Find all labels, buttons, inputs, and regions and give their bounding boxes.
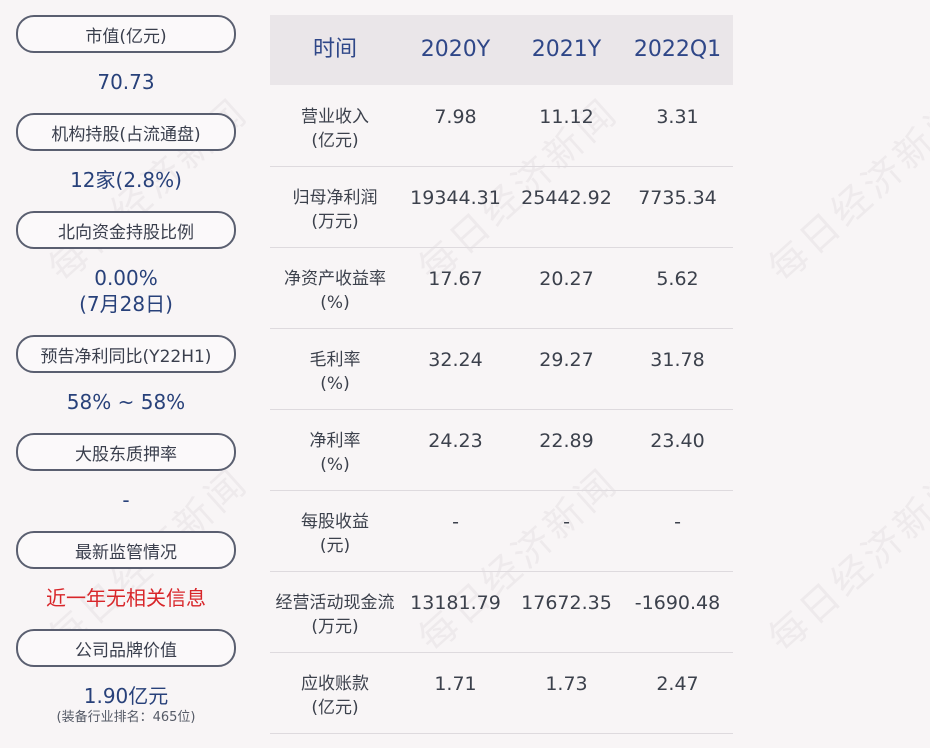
cell-2020y: 13181.79: [410, 592, 501, 614]
cell-2020y: 1.71: [434, 673, 477, 695]
header-time: 时间: [312, 37, 357, 62]
institutional-holding-value: 12家(2.8%): [70, 168, 182, 192]
row-label: 毛利率 (%): [309, 350, 361, 394]
northbound-ratio-label: 北向资金持股比例: [16, 211, 236, 249]
header-2020y: 2020Y: [420, 37, 491, 62]
cell-2020y: 7.98: [434, 106, 477, 128]
profit-forecast-label: 预告净利同比(Y22H1): [16, 335, 236, 373]
watermark: 每日经济新闻: [759, 89, 930, 291]
row-label: 应收账款 (亿元): [301, 674, 369, 718]
cell-2021y: -: [563, 511, 570, 533]
cell-2022q1: 7735.34: [638, 187, 717, 209]
table-header: 时间 2020Y 2021Y 2022Q1: [270, 15, 733, 85]
brand-value-label: 公司品牌价值: [16, 629, 236, 667]
header-2022q1: 2022Q1: [633, 37, 722, 62]
row-label: 归母净利润 (万元): [292, 188, 378, 232]
cell-2020y: 32.24: [428, 349, 483, 371]
cell-2022q1: 2.47: [656, 673, 699, 695]
table-row: 营业收入 (亿元) 7.98 11.12 3.31: [270, 85, 733, 167]
table-row: 净利率 (%) 24.23 22.89 23.40: [270, 409, 733, 491]
cell-2022q1: -1690.48: [634, 592, 721, 614]
pledge-ratio-label: 大股东质押率: [16, 433, 236, 471]
header-2021y: 2021Y: [531, 37, 602, 62]
table-row: 净资产收益率 (%) 17.67 20.27 5.62: [270, 247, 733, 329]
row-label: 净资产收益率 (%): [284, 269, 386, 313]
row-label: 营业收入 (亿元): [301, 107, 369, 151]
row-label: 每股收益 (元): [301, 512, 369, 556]
table-row: 毛利率 (%) 32.24 29.27 31.78: [270, 328, 733, 410]
market-cap-value: 70.73: [97, 70, 155, 94]
cell-2021y: 17672.35: [521, 592, 612, 614]
row-label: 净利率 (%): [309, 431, 361, 475]
cell-2022q1: 31.78: [650, 349, 705, 371]
cell-2022q1: 3.31: [656, 106, 699, 128]
brand-rank-note: (装备行业排名：465位): [56, 710, 196, 725]
table-row: 应收账款 (亿元) 1.71 1.73 2.47: [270, 652, 733, 734]
cell-2021y: 11.12: [539, 106, 594, 128]
cell-2021y: 25442.92: [521, 187, 612, 209]
table-row: 经营活动现金流 (万元) 13181.79 17672.35 -1690.48: [270, 571, 733, 653]
table-row: 归母净利润 (万元) 19344.31 25442.92 7735.34: [270, 166, 733, 248]
cell-2022q1: 23.40: [650, 430, 705, 452]
stock-summary-panel: 每日经济新闻 每日经济新闻 每日经济新闻 每日经济新闻 每日经济新闻 每日经济新…: [0, 0, 930, 748]
cell-2021y: 29.27: [539, 349, 594, 371]
cell-2021y: 20.27: [539, 268, 594, 290]
cell-2022q1: 5.62: [656, 268, 699, 290]
cell-2020y: -: [452, 511, 459, 533]
market-cap-label: 市值(亿元): [16, 15, 236, 53]
cell-2020y: 17.67: [428, 268, 483, 290]
northbound-ratio-value: 0.00%: [94, 266, 158, 290]
cell-2021y: 1.73: [545, 673, 588, 695]
watermark: 每日经济新闻: [759, 459, 930, 661]
institutional-holding-label: 机构持股(占流通盘): [16, 113, 236, 151]
regulatory-status-value: 近一年无相关信息: [46, 586, 206, 610]
cell-2021y: 22.89: [539, 430, 594, 452]
profit-forecast-value: 58% ~ 58%: [66, 390, 186, 414]
table-row: 每股收益 (元) - - -: [270, 490, 733, 572]
cell-2020y: 24.23: [428, 430, 483, 452]
cell-2022q1: -: [674, 511, 681, 533]
pledge-ratio-value: -: [122, 488, 130, 512]
cell-2020y: 19344.31: [410, 187, 501, 209]
row-label: 经营活动现金流 (万元): [275, 593, 395, 637]
regulatory-status-label: 最新监管情况: [16, 531, 236, 569]
northbound-ratio-date: (7月28日): [79, 292, 173, 316]
